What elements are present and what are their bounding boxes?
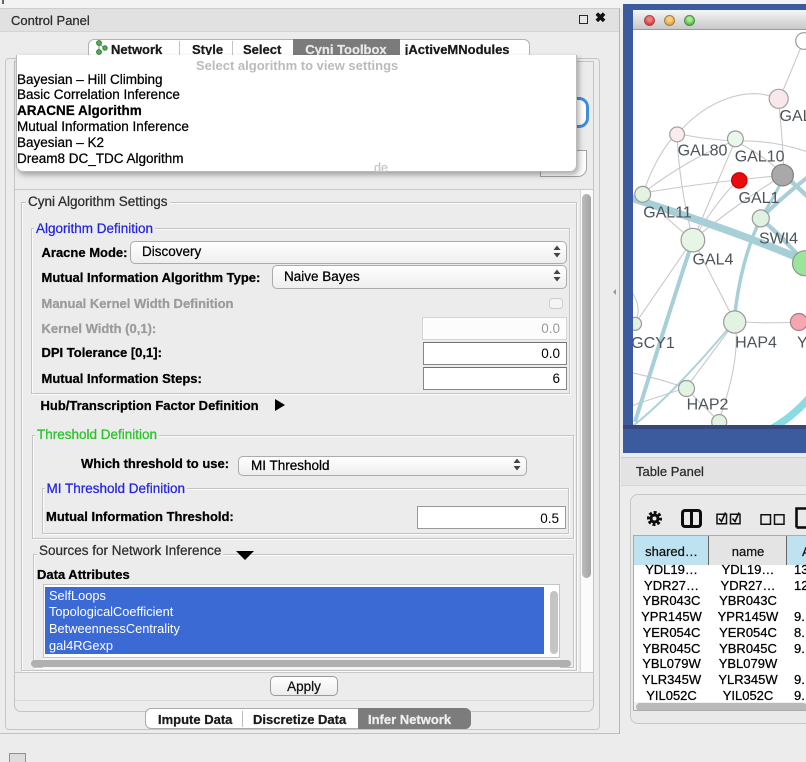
- svg-text:GAL7: GAL7: [780, 108, 806, 125]
- svg-text:SWI4: SWI4: [759, 231, 798, 248]
- svg-text:GAL11: GAL11: [643, 205, 692, 222]
- svg-text:Y: Y: [797, 335, 806, 352]
- svg-text:GCY1: GCY1: [633, 335, 675, 352]
- svg-text:HAP4: HAP4: [735, 335, 777, 352]
- svg-text:GAL4: GAL4: [693, 252, 734, 269]
- svg-text:GAL1: GAL1: [739, 190, 780, 207]
- svg-text:HAP2: HAP2: [687, 397, 729, 414]
- svg-text:GAL80: GAL80: [678, 143, 728, 160]
- svg-text:GAL10: GAL10: [735, 149, 785, 166]
